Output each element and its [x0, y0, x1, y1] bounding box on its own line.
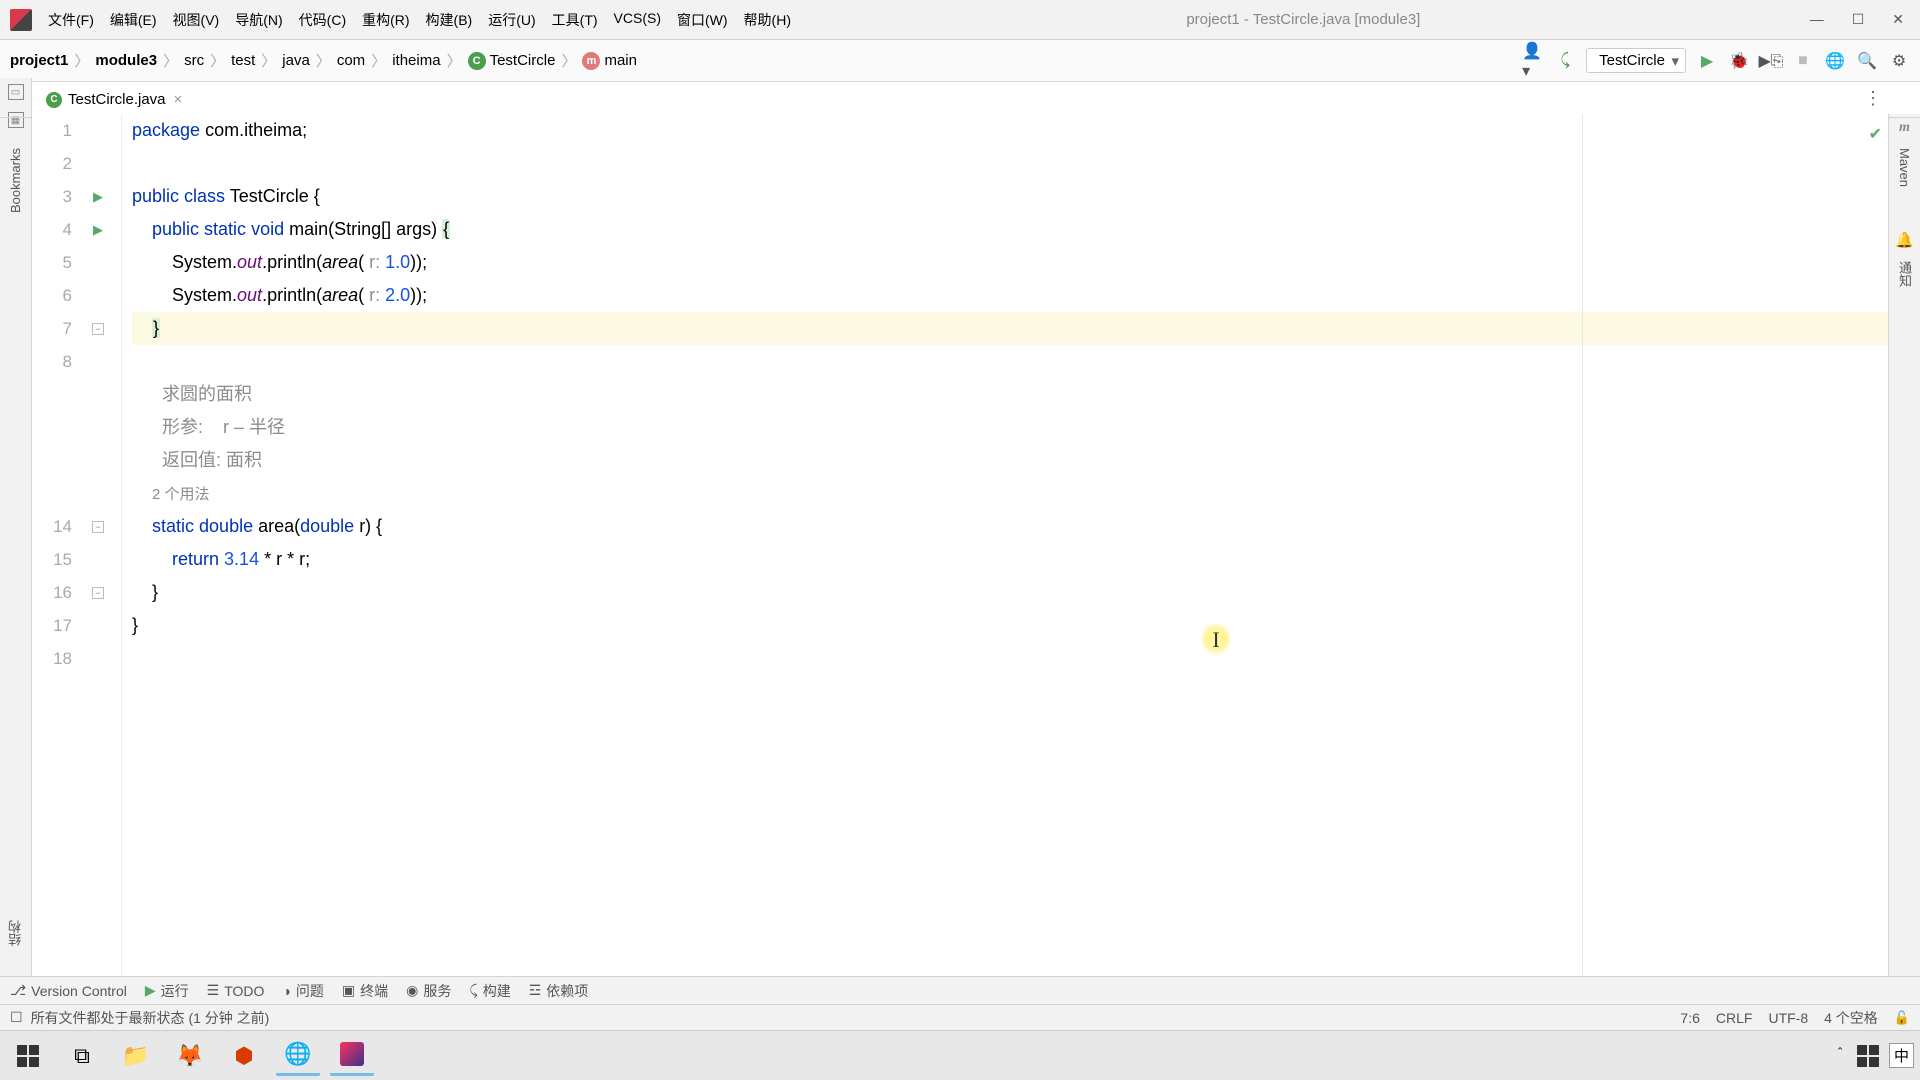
structure-tool[interactable]: 结构: [6, 920, 25, 946]
close-button[interactable]: ✕: [1892, 11, 1904, 28]
maven-tool[interactable]: Maven: [1897, 148, 1912, 187]
search-icon[interactable]: 🔍: [1856, 50, 1878, 72]
settings-icon[interactable]: ⚙: [1888, 50, 1910, 72]
lock-icon[interactable]: 🔓: [1894, 1010, 1910, 1026]
run-gutter-icon[interactable]: ▶: [93, 222, 103, 238]
bc-itheima[interactable]: itheima: [392, 52, 440, 69]
file-encoding[interactable]: UTF-8: [1768, 1010, 1808, 1026]
indent-setting[interactable]: 4 个空格: [1824, 1008, 1878, 1028]
status-icon: ☐: [10, 1009, 23, 1026]
layers-icon: ☲: [529, 982, 542, 999]
tab-close-icon[interactable]: ×: [172, 91, 185, 108]
bc-module[interactable]: module3: [95, 52, 157, 69]
tab-more-icon[interactable]: ⋮: [1864, 88, 1882, 109]
firefox-icon[interactable]: 🦊: [168, 1036, 212, 1076]
menu-nav[interactable]: 导航(N): [229, 6, 288, 34]
build-tool[interactable]: ⤹构建: [469, 981, 510, 1001]
debug-button[interactable]: 🐞: [1728, 50, 1750, 72]
start-button[interactable]: [6, 1036, 50, 1076]
menu-file[interactable]: 文件(F): [42, 6, 100, 34]
branch-icon: ⎇: [10, 982, 26, 999]
ime-indicator[interactable]: 中: [1889, 1043, 1914, 1068]
editor-tab[interactable]: C TestCircle.java ×: [36, 85, 194, 117]
bc-com[interactable]: com: [337, 52, 365, 69]
tab-label: TestCircle.java: [68, 91, 166, 108]
bc-class[interactable]: CTestCircle: [468, 52, 556, 70]
menu-build[interactable]: 构建(B): [420, 6, 479, 34]
menu-run[interactable]: 运行(U): [482, 6, 541, 34]
todo-tool[interactable]: ☰TODO: [207, 982, 265, 999]
problems-tool[interactable]: ◑问题: [282, 981, 323, 1001]
class-icon: C: [468, 52, 486, 70]
text-cursor-highlight: [1202, 622, 1230, 656]
menu-window[interactable]: 窗口(W): [671, 6, 734, 34]
warn-icon: ◑: [282, 983, 290, 999]
terminal-tool[interactable]: ▣终端: [342, 981, 388, 1001]
explorer-icon[interactable]: 📁: [114, 1036, 158, 1076]
minimize-button[interactable]: —: [1810, 11, 1824, 28]
terminal-icon: ▣: [342, 982, 355, 999]
run-config-select[interactable]: TestCircle: [1586, 48, 1686, 73]
bc-method[interactable]: mmain: [582, 52, 637, 70]
gutter: 1 2 3▶ 4▶ 5 6 7− 8 14− 15 16− 17 18: [32, 114, 122, 976]
hammer-icon[interactable]: ⤹: [1554, 50, 1576, 72]
tray-grid-icon[interactable]: [1857, 1045, 1879, 1067]
bookmarks-tool[interactable]: Bookmarks: [8, 148, 23, 213]
edge-icon[interactable]: 🌐: [276, 1036, 320, 1076]
menu-edit[interactable]: 编辑(E): [104, 6, 163, 34]
version-control-tool[interactable]: ⎇Version Control: [10, 982, 127, 999]
list-icon: ☰: [207, 982, 220, 999]
caret-position[interactable]: 7:6: [1680, 1010, 1699, 1026]
run-gutter-icon[interactable]: ▶: [93, 189, 103, 205]
app-icon: [10, 9, 32, 31]
bell-icon[interactable]: 🔔: [1895, 231, 1914, 249]
bc-src[interactable]: src: [184, 52, 204, 69]
bc-java[interactable]: java: [282, 52, 310, 69]
play-icon: ▶: [145, 982, 156, 999]
run-button[interactable]: ▶: [1696, 50, 1718, 72]
window-title: project1 - TestCircle.java [module3]: [797, 11, 1810, 28]
run-tool[interactable]: ▶运行: [145, 981, 189, 1001]
menu-vcs[interactable]: VCS(S): [608, 6, 667, 34]
line-separator[interactable]: CRLF: [1716, 1010, 1753, 1026]
task-view-icon[interactable]: ⧉: [60, 1036, 104, 1076]
fold-icon[interactable]: −: [92, 521, 104, 533]
bc-test[interactable]: test: [231, 52, 255, 69]
right-margin-line: [1582, 114, 1583, 976]
menu-help[interactable]: 帮助(H): [738, 6, 797, 34]
menu-code[interactable]: 代码(C): [293, 6, 352, 34]
notifications-tool[interactable]: 通知: [1895, 261, 1914, 287]
menu-refactor[interactable]: 重构(R): [356, 6, 415, 34]
code-editor[interactable]: 1 2 3▶ 4▶ 5 6 7− 8 14− 15 16− 17 18 ✔ pa…: [32, 114, 1888, 976]
bc-project[interactable]: project1: [10, 52, 68, 69]
method-icon: m: [582, 52, 600, 70]
services-icon: ◉: [406, 982, 418, 999]
office-icon[interactable]: ⬢: [222, 1036, 266, 1076]
usages-hint[interactable]: 2 个用法: [152, 486, 210, 503]
fold-icon[interactable]: −: [92, 587, 104, 599]
deps-tool[interactable]: ☲依赖项: [529, 981, 589, 1001]
intellij-icon[interactable]: [330, 1036, 374, 1076]
windows-taskbar: ⧉ 📁 🦊 ⬢ 🌐 ＾ 中: [0, 1030, 1920, 1080]
inspection-ok-icon[interactable]: ✔: [1869, 118, 1882, 151]
coverage-button[interactable]: ▶⎘: [1760, 50, 1782, 72]
stop-button[interactable]: ■: [1792, 50, 1814, 72]
menu-bar: 文件(F) 编辑(E) 视图(V) 导航(N) 代码(C) 重构(R) 构建(B…: [42, 6, 797, 34]
services-tool[interactable]: ◉服务: [406, 981, 451, 1001]
menu-tools[interactable]: 工具(T): [546, 6, 604, 34]
breadcrumb: project1〉 module3〉 src〉 test〉 java〉 com〉…: [10, 50, 637, 71]
fold-icon[interactable]: −: [92, 323, 104, 335]
hammer-icon: ⤹: [469, 982, 477, 999]
maximize-button[interactable]: ☐: [1852, 11, 1865, 28]
maven-icon[interactable]: m: [1899, 120, 1910, 136]
translate-icon[interactable]: 🌐: [1824, 50, 1846, 72]
class-icon: C: [46, 92, 62, 108]
menu-view[interactable]: 视图(V): [167, 6, 226, 34]
status-message: 所有文件都处于最新状态 (1 分钟 之前): [31, 1008, 270, 1028]
tray-chevron-icon[interactable]: ＾: [1833, 1046, 1847, 1066]
user-icon[interactable]: 👤▾: [1522, 50, 1544, 72]
